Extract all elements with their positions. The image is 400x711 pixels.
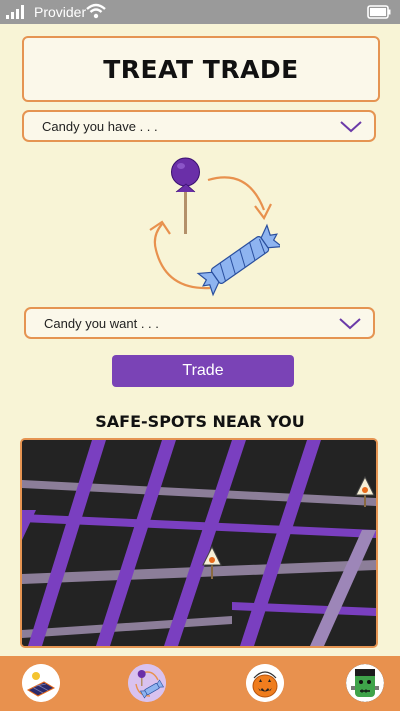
trade-illustration (149, 157, 280, 297)
cycle-arrows-icon (149, 176, 272, 290)
safe-spots-map[interactable] (20, 438, 378, 648)
status-bar: Provider (0, 0, 400, 24)
frankenstein-icon (346, 664, 384, 702)
nav-solar-panel-button[interactable] (22, 664, 60, 702)
safe-spots-heading: Safe-spots near you (95, 412, 305, 431)
nav-frankenstein-button[interactable] (346, 664, 384, 702)
carrier-name: Provider (34, 4, 87, 20)
signal-icon (6, 5, 24, 19)
wrapped-candy-icon (196, 223, 280, 297)
candy-have-placeholder: Candy you have . . . (42, 118, 158, 134)
battery-icon (367, 5, 391, 19)
candy-trade-icon (128, 664, 166, 702)
map-streets (22, 440, 376, 646)
bottom-nav (0, 656, 400, 711)
solar-panel-icon (22, 664, 60, 702)
chevron-down-icon (339, 318, 361, 330)
candy-have-dropdown[interactable]: Candy you have . . . (22, 110, 376, 142)
chevron-down-icon (340, 121, 362, 133)
title-card: Treat Trade (22, 36, 380, 102)
app-title: Treat Trade (103, 54, 299, 84)
candy-want-dropdown[interactable]: Candy you want . . . (24, 307, 375, 339)
nav-pumpkin-bucket-button[interactable] (246, 664, 284, 702)
wifi-icon (86, 3, 106, 19)
nav-candy-trade-button[interactable] (128, 664, 166, 702)
lollipop-icon (171, 157, 200, 234)
trade-button[interactable]: Trade (112, 355, 294, 387)
pumpkin-bucket-icon (246, 664, 284, 702)
candy-want-placeholder: Candy you want . . . (44, 315, 159, 331)
